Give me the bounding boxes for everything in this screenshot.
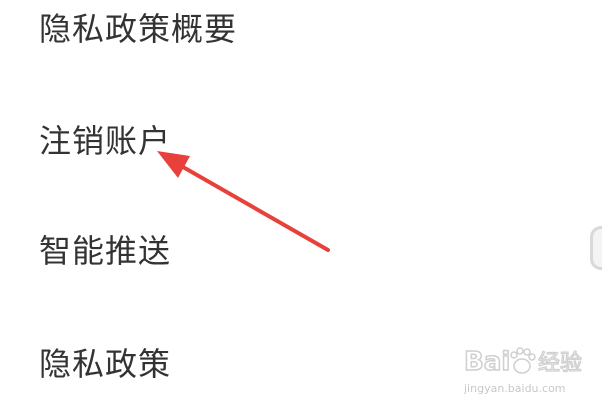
baidu-jingyan-watermark: Bai 经验 jingyan.baidu.com — [462, 338, 582, 400]
watermark-url: jingyan.baidu.com — [464, 382, 566, 395]
settings-item-label: 智能推送 — [39, 232, 172, 270]
svg-text:经验: 经验 — [538, 351, 582, 376]
toggle-switch-edge[interactable] — [590, 226, 602, 270]
settings-item-privacy-summary[interactable]: 隐私政策概要 — [0, 0, 580, 74]
settings-item-label: 注销账户 — [39, 122, 172, 160]
baidu-logo-icon: Bai 经验 — [463, 346, 582, 378]
svg-text:Bai: Bai — [464, 347, 510, 377]
settings-item-label: 隐私政策 — [39, 345, 172, 383]
settings-item-deactivate-account[interactable]: 注销账户 — [0, 96, 580, 186]
settings-item-smart-push[interactable]: 智能推送 — [0, 206, 580, 296]
settings-item-label: 隐私政策概要 — [39, 10, 238, 48]
